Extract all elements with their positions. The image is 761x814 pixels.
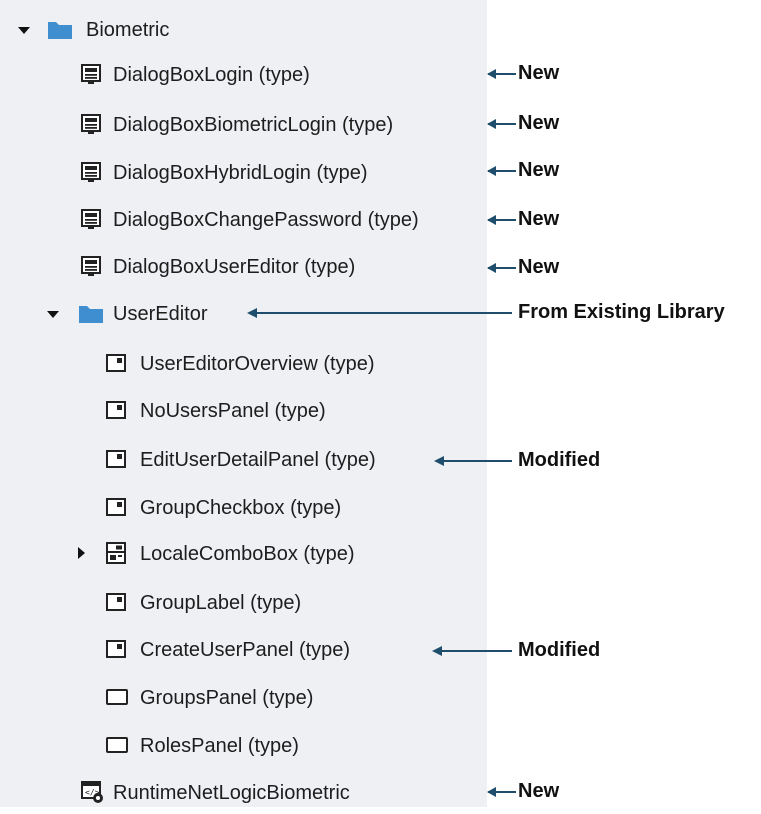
arrowhead-icon [432, 646, 442, 656]
annotation-new: New [518, 208, 560, 230]
arrowhead-icon [487, 119, 496, 129]
annotation-new: New [518, 62, 560, 84]
annotation-from-existing-library: From Existing Library [518, 301, 725, 323]
annotation-new: New [518, 780, 560, 802]
annotation-arrows [247, 69, 516, 797]
annotation-modified: Modified [518, 639, 601, 661]
arrowhead-icon [247, 308, 257, 318]
annotation-new: New [518, 159, 560, 181]
arrowhead-icon [487, 166, 496, 176]
arrowhead-icon [487, 215, 496, 225]
arrowhead-icon [434, 456, 444, 466]
arrowhead-icon [487, 787, 496, 797]
annotation-modified: Modified [518, 449, 601, 471]
annotation-new: New [518, 256, 560, 278]
annotation-new: New [518, 112, 560, 134]
arrowhead-icon [487, 69, 496, 79]
arrowhead-icon [487, 263, 496, 273]
